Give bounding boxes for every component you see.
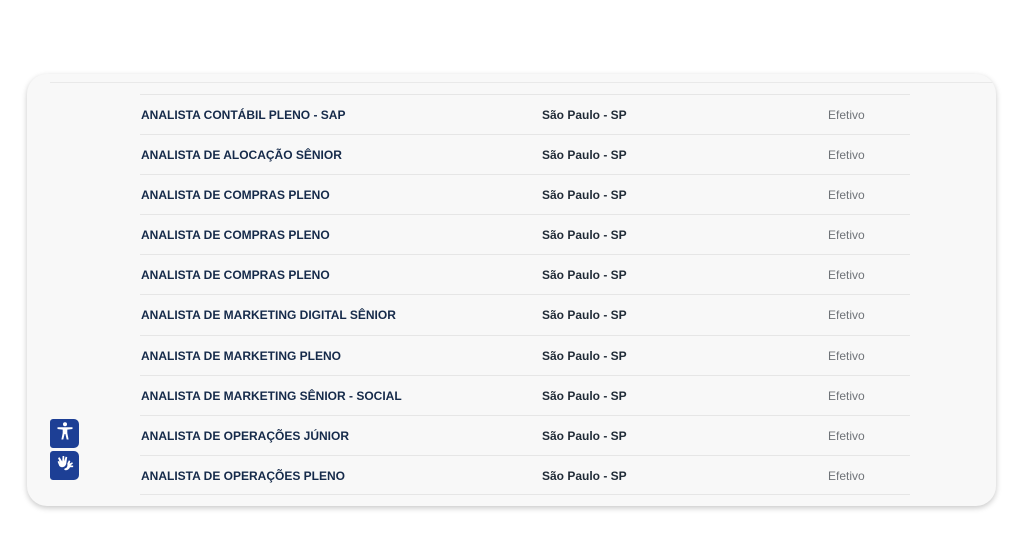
job-contract-type: Efetivo	[828, 268, 865, 283]
job-location: São Paulo - SP	[542, 148, 627, 163]
job-row[interactable]: ANALISTA DE COMPRAS PLENO São Paulo - SP…	[140, 214, 910, 254]
job-location: São Paulo - SP	[542, 188, 627, 203]
job-location: São Paulo - SP	[542, 468, 627, 483]
job-row[interactable]: ANALISTA DE OPERAÇÕES JÚNIOR São Paulo -…	[140, 414, 910, 455]
accessibility-button[interactable]	[50, 419, 79, 448]
job-contract-type: Efetivo	[828, 428, 865, 443]
job-title[interactable]: ANALISTA DE OPERAÇÕES PLENO	[141, 469, 345, 483]
job-contract-type: Efetivo	[828, 228, 865, 243]
job-contract-type: Efetivo	[828, 308, 865, 323]
job-row[interactable]: ANALISTA CONTÁBIL PLENO - SAP São Paulo …	[140, 94, 910, 134]
accessibility-person-icon	[55, 421, 75, 446]
job-contract-type: Efetivo	[828, 348, 865, 363]
job-row[interactable]: ANALISTA DE COMPRAS PLENO São Paulo - SP…	[140, 254, 910, 294]
job-title[interactable]: ANALISTA DE ALOCAÇÃO SÊNIOR	[141, 148, 342, 162]
job-row[interactable]: ANALISTA DE MARKETING DIGITAL SÊNIOR São…	[140, 294, 910, 334]
job-location: São Paulo - SP	[542, 228, 627, 243]
job-row[interactable]: ANALISTA DE COMPRAS PLENO São Paulo - SP…	[140, 174, 910, 214]
job-title[interactable]: ANALISTA DE MARKETING DIGITAL SÊNIOR	[141, 308, 396, 322]
job-title[interactable]: ANALISTA DE OPERAÇÕES JÚNIOR	[141, 429, 349, 443]
job-contract-type: Efetivo	[828, 148, 865, 163]
job-title[interactable]: ANALISTA DE MARKETING PLENO	[141, 349, 341, 363]
divider	[50, 82, 996, 83]
job-location: São Paulo - SP	[542, 268, 627, 283]
job-contract-type: Efetivo	[828, 108, 865, 122]
job-location: São Paulo - SP	[542, 108, 627, 122]
job-location: São Paulo - SP	[542, 388, 627, 403]
job-location: São Paulo - SP	[542, 348, 627, 363]
job-title[interactable]: ANALISTA DE COMPRAS PLENO	[141, 268, 330, 282]
job-row[interactable]: ANALISTA DE ALOCAÇÃO SÊNIOR São Paulo - …	[140, 134, 910, 174]
job-location: São Paulo - SP	[542, 428, 627, 443]
job-title[interactable]: ANALISTA CONTÁBIL PLENO - SAP	[141, 108, 345, 122]
job-row[interactable]: ANALISTA DE MARKETING PLENO São Paulo - …	[140, 334, 910, 375]
job-contract-type: Efetivo	[828, 188, 865, 203]
job-list: ANALISTA CONTÁBIL PLENO - SAP São Paulo …	[140, 94, 910, 495]
job-location: São Paulo - SP	[542, 308, 627, 323]
accessibility-toolbar	[50, 419, 79, 480]
sign-language-hands-icon	[55, 453, 75, 478]
job-contract-type: Efetivo	[828, 468, 865, 483]
job-row[interactable]: ANALISTA DE MARKETING SÊNIOR - SOCIAL Sã…	[140, 374, 910, 415]
job-title[interactable]: ANALISTA DE COMPRAS PLENO	[141, 188, 330, 202]
sign-language-button[interactable]	[50, 451, 79, 480]
job-title[interactable]: ANALISTA DE COMPRAS PLENO	[141, 228, 330, 242]
job-title[interactable]: ANALISTA DE MARKETING SÊNIOR - SOCIAL	[141, 389, 402, 403]
job-row[interactable]: ANALISTA DE OPERAÇÕES PLENO São Paulo - …	[140, 454, 910, 495]
job-contract-type: Efetivo	[828, 388, 865, 403]
job-listings-card: ANALISTA CONTÁBIL PLENO - SAP São Paulo …	[27, 74, 996, 506]
